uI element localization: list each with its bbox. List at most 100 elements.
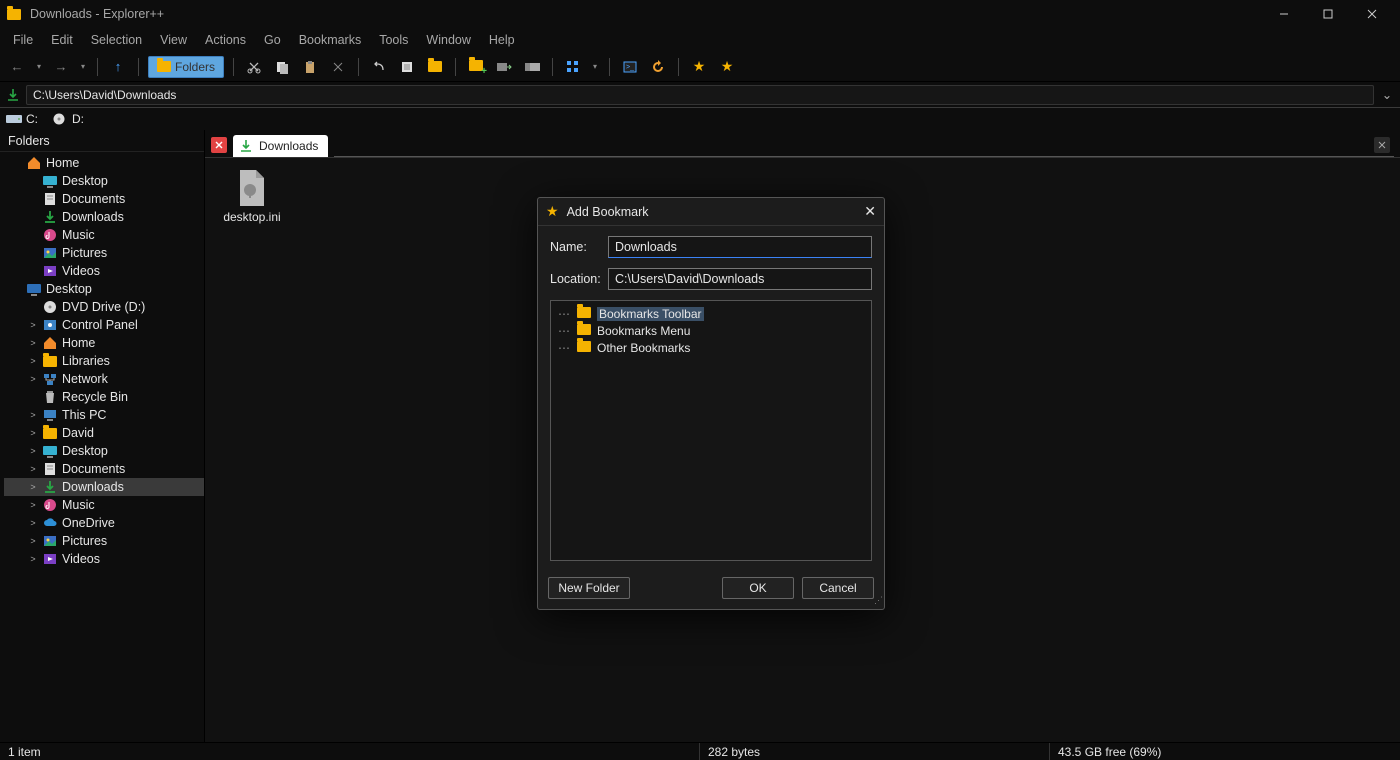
nav-back-menu[interactable]: ▾ <box>34 56 44 78</box>
tree-node-documents[interactable]: >Documents <box>4 460 204 478</box>
cut-button[interactable] <box>243 56 265 78</box>
tree-node-control-panel[interactable]: >Control Panel <box>4 316 204 334</box>
menu-window[interactable]: Window <box>417 30 479 50</box>
menu-actions[interactable]: Actions <box>196 30 255 50</box>
tree-node-libraries[interactable]: > Libraries <box>4 352 204 370</box>
tree-node-downloads[interactable]: Downloads <box>4 208 204 226</box>
bookmark-name-input[interactable] <box>608 236 872 258</box>
tree-node-videos[interactable]: >Videos <box>4 550 204 568</box>
address-input[interactable] <box>26 85 1374 105</box>
tree-node-home[interactable]: Home <box>4 154 204 172</box>
bookmark-location-input[interactable] <box>608 268 872 290</box>
tree-node-music[interactable]: >Music <box>4 496 204 514</box>
expand-icon[interactable]: > <box>28 518 38 528</box>
folder-tree[interactable]: HomeDesktopDocumentsDownloadsMusicPictur… <box>0 152 204 742</box>
new-folder-button[interactable]: + <box>465 56 487 78</box>
tree-node-dvd-drive-d-[interactable]: DVD Drive (D:) <box>4 298 204 316</box>
undo-button[interactable] <box>368 56 390 78</box>
drive-c[interactable]: C: <box>6 112 38 126</box>
expand-icon[interactable]: > <box>28 500 38 510</box>
expand-icon[interactable]: > <box>28 374 38 384</box>
close-previous-tab-button[interactable] <box>211 137 227 153</box>
bookmark-folder-tree[interactable]: ⋯ Bookmarks Toolbar⋯ Bookmarks Menu⋯ Oth… <box>550 300 872 561</box>
refresh-button[interactable] <box>647 56 669 78</box>
tree-node-desktop[interactable]: Desktop <box>4 280 204 298</box>
dialog-title-bar[interactable]: ★ Add Bookmark ✕ <box>538 198 884 226</box>
dialog-close-button[interactable]: ✕ <box>864 203 876 220</box>
expand-icon[interactable]: > <box>28 464 38 474</box>
bookmark-open-button[interactable]: ★ <box>716 56 738 78</box>
tree-node-downloads[interactable]: > Downloads <box>4 478 204 496</box>
menu-selection[interactable]: Selection <box>82 30 151 50</box>
menu-view[interactable]: View <box>151 30 196 50</box>
expand-icon[interactable]: > <box>28 536 38 546</box>
tree-node-desktop[interactable]: >Desktop <box>4 442 204 460</box>
close-button[interactable] <box>1350 0 1394 28</box>
tree-label: Libraries <box>62 354 110 368</box>
expand-icon[interactable]: > <box>28 320 38 330</box>
tree-node-recycle-bin[interactable]: Recycle Bin <box>4 388 204 406</box>
tree-node-pictures[interactable]: >Pictures <box>4 532 204 550</box>
expand-icon[interactable]: > <box>28 338 38 348</box>
menu-file[interactable]: File <box>4 30 42 50</box>
folders-pane-toggle[interactable]: Folders <box>148 56 224 78</box>
delete-button[interactable] <box>327 56 349 78</box>
bookmark-folder-other-bookmarks[interactable]: ⋯ Other Bookmarks <box>557 339 865 356</box>
drive-d[interactable]: D: <box>52 112 84 126</box>
view-menu[interactable]: ▾ <box>590 56 600 78</box>
menu-tools[interactable]: Tools <box>370 30 417 50</box>
tree-node-david[interactable]: > David <box>4 424 204 442</box>
nav-back-button[interactable]: ← <box>6 56 28 78</box>
tree-node-music[interactable]: Music <box>4 226 204 244</box>
file-item[interactable]: desktop.ini <box>215 168 289 224</box>
menu-edit[interactable]: Edit <box>42 30 82 50</box>
folder-icon <box>157 61 171 72</box>
nav-up-button[interactable]: ↑ <box>107 56 129 78</box>
bookmark-folder-bookmarks-toolbar[interactable]: ⋯ Bookmarks Toolbar <box>557 305 865 322</box>
tree-label: David <box>62 426 94 440</box>
tree-node-videos[interactable]: Videos <box>4 262 204 280</box>
expand-icon[interactable]: > <box>28 554 38 564</box>
tree-label: Recycle Bin <box>62 390 128 404</box>
nav-forward-menu[interactable]: ▾ <box>78 56 88 78</box>
expand-icon[interactable]: > <box>28 428 38 438</box>
tree-node-documents[interactable]: Documents <box>4 190 204 208</box>
tree-node-network[interactable]: >Network <box>4 370 204 388</box>
menu-go[interactable]: Go <box>255 30 290 50</box>
new-folder-button[interactable]: New Folder <box>548 577 630 599</box>
terminal-button[interactable]: >_ <box>619 56 641 78</box>
minimize-button[interactable] <box>1262 0 1306 28</box>
expand-icon[interactable]: > <box>28 356 38 366</box>
rename-button[interactable] <box>424 56 446 78</box>
bookmark-add-button[interactable]: ★ <box>688 56 710 78</box>
menu-bookmarks[interactable]: Bookmarks <box>290 30 371 50</box>
app-icon <box>6 6 22 22</box>
expand-icon[interactable]: > <box>28 410 38 420</box>
copy-button[interactable] <box>271 56 293 78</box>
tree-label: Downloads <box>62 480 124 494</box>
tab-close-button[interactable] <box>1374 137 1390 153</box>
desktop-icon <box>42 173 58 189</box>
move-to-button[interactable] <box>521 56 543 78</box>
tree-node-onedrive[interactable]: >OneDrive <box>4 514 204 532</box>
resize-grip[interactable]: ⋰ <box>874 595 881 606</box>
paste-button[interactable] <box>299 56 321 78</box>
download-icon <box>239 139 253 153</box>
copy-to-button[interactable] <box>493 56 515 78</box>
icons-view-button[interactable] <box>562 56 584 78</box>
expand-icon[interactable]: > <box>28 482 38 492</box>
cancel-button[interactable]: Cancel <box>802 577 874 599</box>
properties-button[interactable] <box>396 56 418 78</box>
ok-button[interactable]: OK <box>722 577 794 599</box>
menu-help[interactable]: Help <box>480 30 524 50</box>
address-history-dropdown[interactable]: ⌄ <box>1380 87 1394 102</box>
tree-node-pictures[interactable]: Pictures <box>4 244 204 262</box>
expand-icon[interactable]: > <box>28 446 38 456</box>
tree-node-home[interactable]: >Home <box>4 334 204 352</box>
bookmark-folder-bookmarks-menu[interactable]: ⋯ Bookmarks Menu <box>557 322 865 339</box>
tree-node-desktop[interactable]: Desktop <box>4 172 204 190</box>
tab-downloads[interactable]: Downloads <box>233 135 328 157</box>
maximize-button[interactable] <box>1306 0 1350 28</box>
tree-node-this-pc[interactable]: >This PC <box>4 406 204 424</box>
nav-forward-button[interactable]: → <box>50 56 72 78</box>
